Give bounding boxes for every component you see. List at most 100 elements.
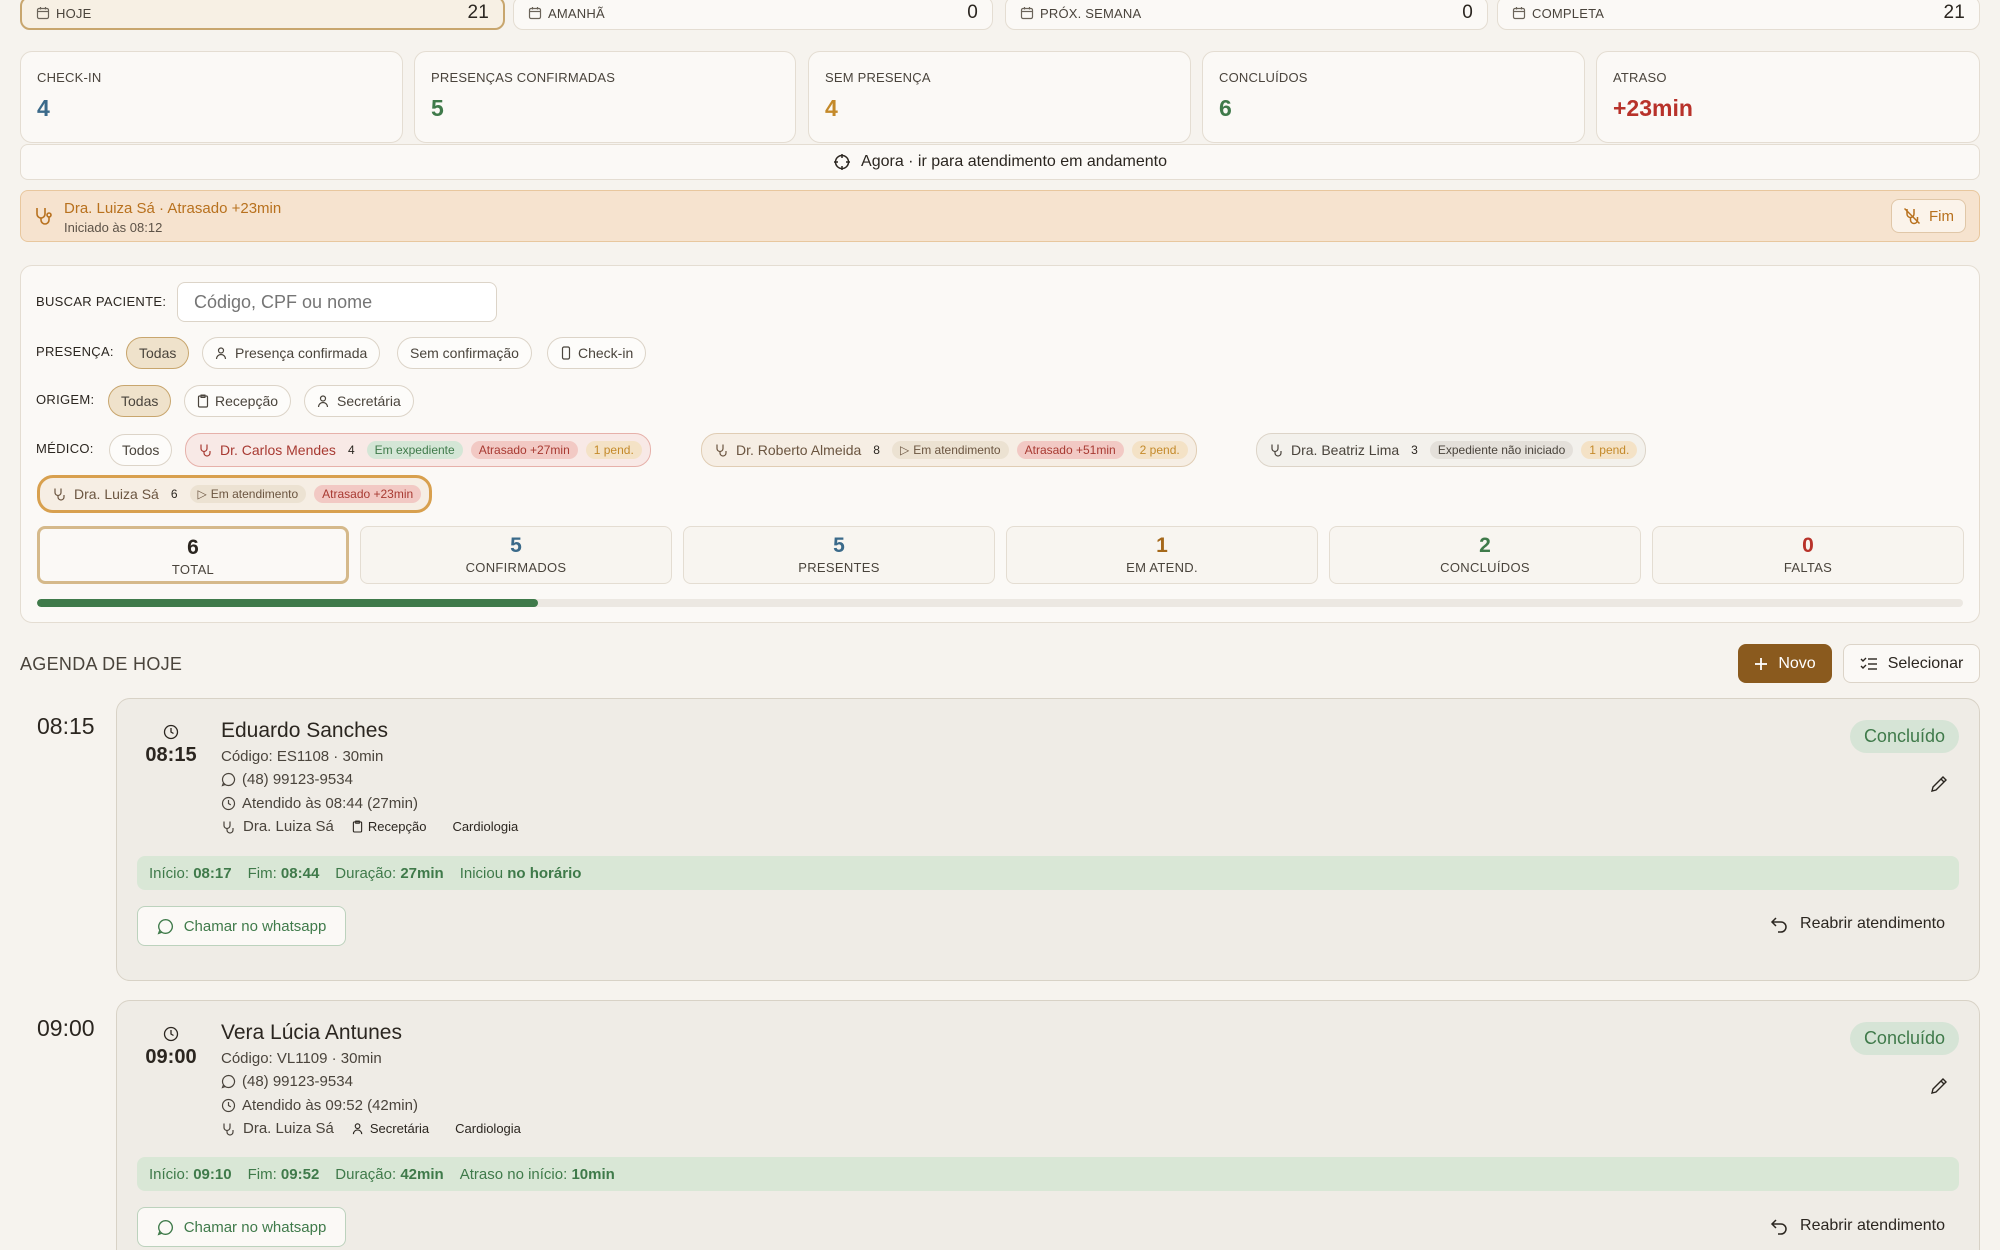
presence-filter-checkin[interactable]: Check-in [547,337,647,369]
timeline-time: 09:00 [37,1015,95,1041]
presence-filter-confirmed[interactable]: Presença confirmada [202,337,381,369]
timing-note-value: 10min [571,1165,615,1183]
search-label: BUSCAR PACIENTE: [36,294,167,309]
doctor-name: Dr. Carlos Mendes [220,442,336,458]
edit-pencil-icon[interactable] [1929,1076,1949,1096]
user-icon [317,394,331,408]
origin-tag: Recepção [352,819,426,834]
new-appointment-button[interactable]: Novo [1738,644,1832,683]
tab-hoje[interactable]: HOJE 21 [20,0,505,30]
stat-card-checkin[interactable]: CHECK-IN 4 [20,51,403,143]
stat-label: ATRASO [1613,70,1667,85]
doctor-name: Dra. Luiza Sá [243,1120,334,1137]
timing-duration-value: 27min [400,864,444,882]
reopen-button[interactable]: Reabrir atendimento [1770,915,1945,933]
timing-bar: Início: 09:10 Fim: 09:52 Duração: 42min … [137,1157,1959,1191]
undo-icon [1770,1217,1788,1235]
origin-text: Secretária [369,1121,430,1136]
end-shift-button[interactable]: Fim [1891,199,1966,233]
doctor-name: Dra. Beatriz Lima [1291,442,1400,458]
attended-row: Atendido às 09:52 (42min) [221,1097,418,1114]
stethoscope-icon [221,1122,235,1136]
stethoscope-icon [221,820,235,834]
stat-card-concluidos[interactable]: CONCLUÍDOS 6 [1202,51,1585,143]
appointment-time-box: 08:15 [137,724,205,784]
stat-card-atraso[interactable]: ATRASO +23min [1596,51,1980,143]
doctor-status-badge: Expediente não iniciado [1429,441,1574,459]
tab-amanha[interactable]: AMANHÃ 0 [513,0,993,30]
reopen-button[interactable]: Reabrir atendimento [1770,1217,1945,1235]
delay-alert: Dra. Luiza Sá · Atrasado +23min Iniciado… [20,190,1980,242]
appointment-time: 08:15 [145,744,197,766]
doctor-status-badge: ▷ Em atendimento [189,485,307,503]
timing-start: Início: 09:10 [149,1166,232,1183]
play-icon: ▷ [899,443,910,457]
doctor-filter-all[interactable]: Todos [109,434,173,466]
clock-icon [221,796,236,811]
chat-icon [157,918,174,935]
calendar-icon [36,6,50,20]
stat-card-sem-presenca[interactable]: SEM PRESENÇA 4 [808,51,1191,143]
doctor-delay-badge: Atrasado +23min [314,485,422,503]
whatsapp-button[interactable]: Chamar no whatsapp [137,906,346,946]
tab-label: COMPLETA [1532,5,1605,21]
clock-icon [163,724,179,740]
reopen-label: Reabrir atendimento [1800,1217,1945,1234]
summary-completed[interactable]: 2 CONCLUÍDOS [1329,526,1641,584]
stat-value: +23min [1613,95,1693,121]
patient-search-input[interactable] [177,282,497,322]
stat-label: SEM PRESENÇA [825,70,931,85]
doctor-status-badge: Em expediente [366,441,463,459]
chip-label: Sem confirmação [410,345,519,361]
crosshair-icon [833,153,851,171]
summary-absences[interactable]: 0 FALTAS [1652,526,1964,584]
end-shift-label: Fim [1929,207,1954,225]
now-link-bar[interactable]: Agora · ir para atendimento em andamento [20,144,1980,180]
filter-panel: BUSCAR PACIENTE: PRESENÇA: Todas Presenç… [20,265,1980,623]
summary-label: CONCLUÍDOS [1440,560,1530,575]
appointment-card[interactable]: 09:00 Vera Lúcia Antunes Código: VL1109 … [116,1000,1980,1250]
summary-total[interactable]: 6 TOTAL [37,526,349,584]
stat-value: 5 [431,95,444,121]
tab-prox-semana[interactable]: PRÓX. SEMANA 0 [1005,0,1488,30]
origin-filter-all[interactable]: Todas [108,385,172,417]
summary-present[interactable]: 5 PRESENTES [683,526,995,584]
agenda-title: AGENDA DE HOJE [20,654,183,674]
summary-label: CONFIRMADOS [465,560,567,575]
stat-value: 4 [37,95,50,121]
doctor-count: 4 [347,443,355,457]
presence-filter-all[interactable]: Todas [126,337,190,369]
summary-in-service[interactable]: 1 EM ATEND. [1006,526,1318,584]
appointment-time-box: 09:00 [137,1026,205,1086]
summary-value: 6 [187,536,199,559]
timing-start-value: 08:17 [193,864,232,882]
clock-icon [163,1026,179,1042]
tab-completa[interactable]: COMPLETA 21 [1497,0,1980,30]
stat-card-confirmadas[interactable]: PRESENÇAS CONFIRMADAS 5 [414,51,796,143]
tab-count: 0 [967,2,978,23]
stethoscope-icon [33,206,53,226]
stat-label: CHECK-IN [37,70,102,85]
patient-name: Eduardo Sanches [221,719,388,742]
whatsapp-button[interactable]: Chamar no whatsapp [137,1207,346,1247]
attended-text: Atendido às 08:44 (27min) [242,795,418,812]
doctor-chip-beatriz-lima[interactable]: Dra. Beatriz Lima 3 Expediente não inici… [1256,433,1647,467]
timing-note-value: no horário [507,864,582,882]
chip-label: Secretária [337,393,401,409]
edit-pencil-icon[interactable] [1929,774,1949,794]
doctor-chip-roberto-almeida[interactable]: Dr. Roberto Almeida 8 ▷ Em atendimento At… [701,433,1197,467]
timing-note-label: Atraso no início: [459,1165,568,1183]
tab-label: AMANHÃ [548,5,605,21]
appointment-card[interactable]: 08:15 Eduardo Sanches Código: ES1108 · 3… [116,698,1980,981]
doctor-chip-carlos-mendes[interactable]: Dr. Carlos Mendes 4 Em expediente Atrasa… [185,433,651,467]
presence-filter-unconfirmed[interactable]: Sem confirmação [397,337,532,369]
tab-count: 21 [1943,2,1965,23]
status-badge: Concluído [1849,720,1959,753]
origin-filter-secretary[interactable]: Secretária [304,385,414,417]
origin-filter-reception[interactable]: Recepção [184,385,292,417]
timing-duration-value: 42min [400,1165,444,1183]
summary-confirmed[interactable]: 5 CONFIRMADOS [360,526,672,584]
select-button[interactable]: Selecionar [1843,644,1980,683]
doctor-chip-luiza-sa[interactable]: Dra. Luiza Sá 6 ▷ Em atendimento Atrasado… [37,475,433,513]
plus-icon [1754,657,1768,671]
